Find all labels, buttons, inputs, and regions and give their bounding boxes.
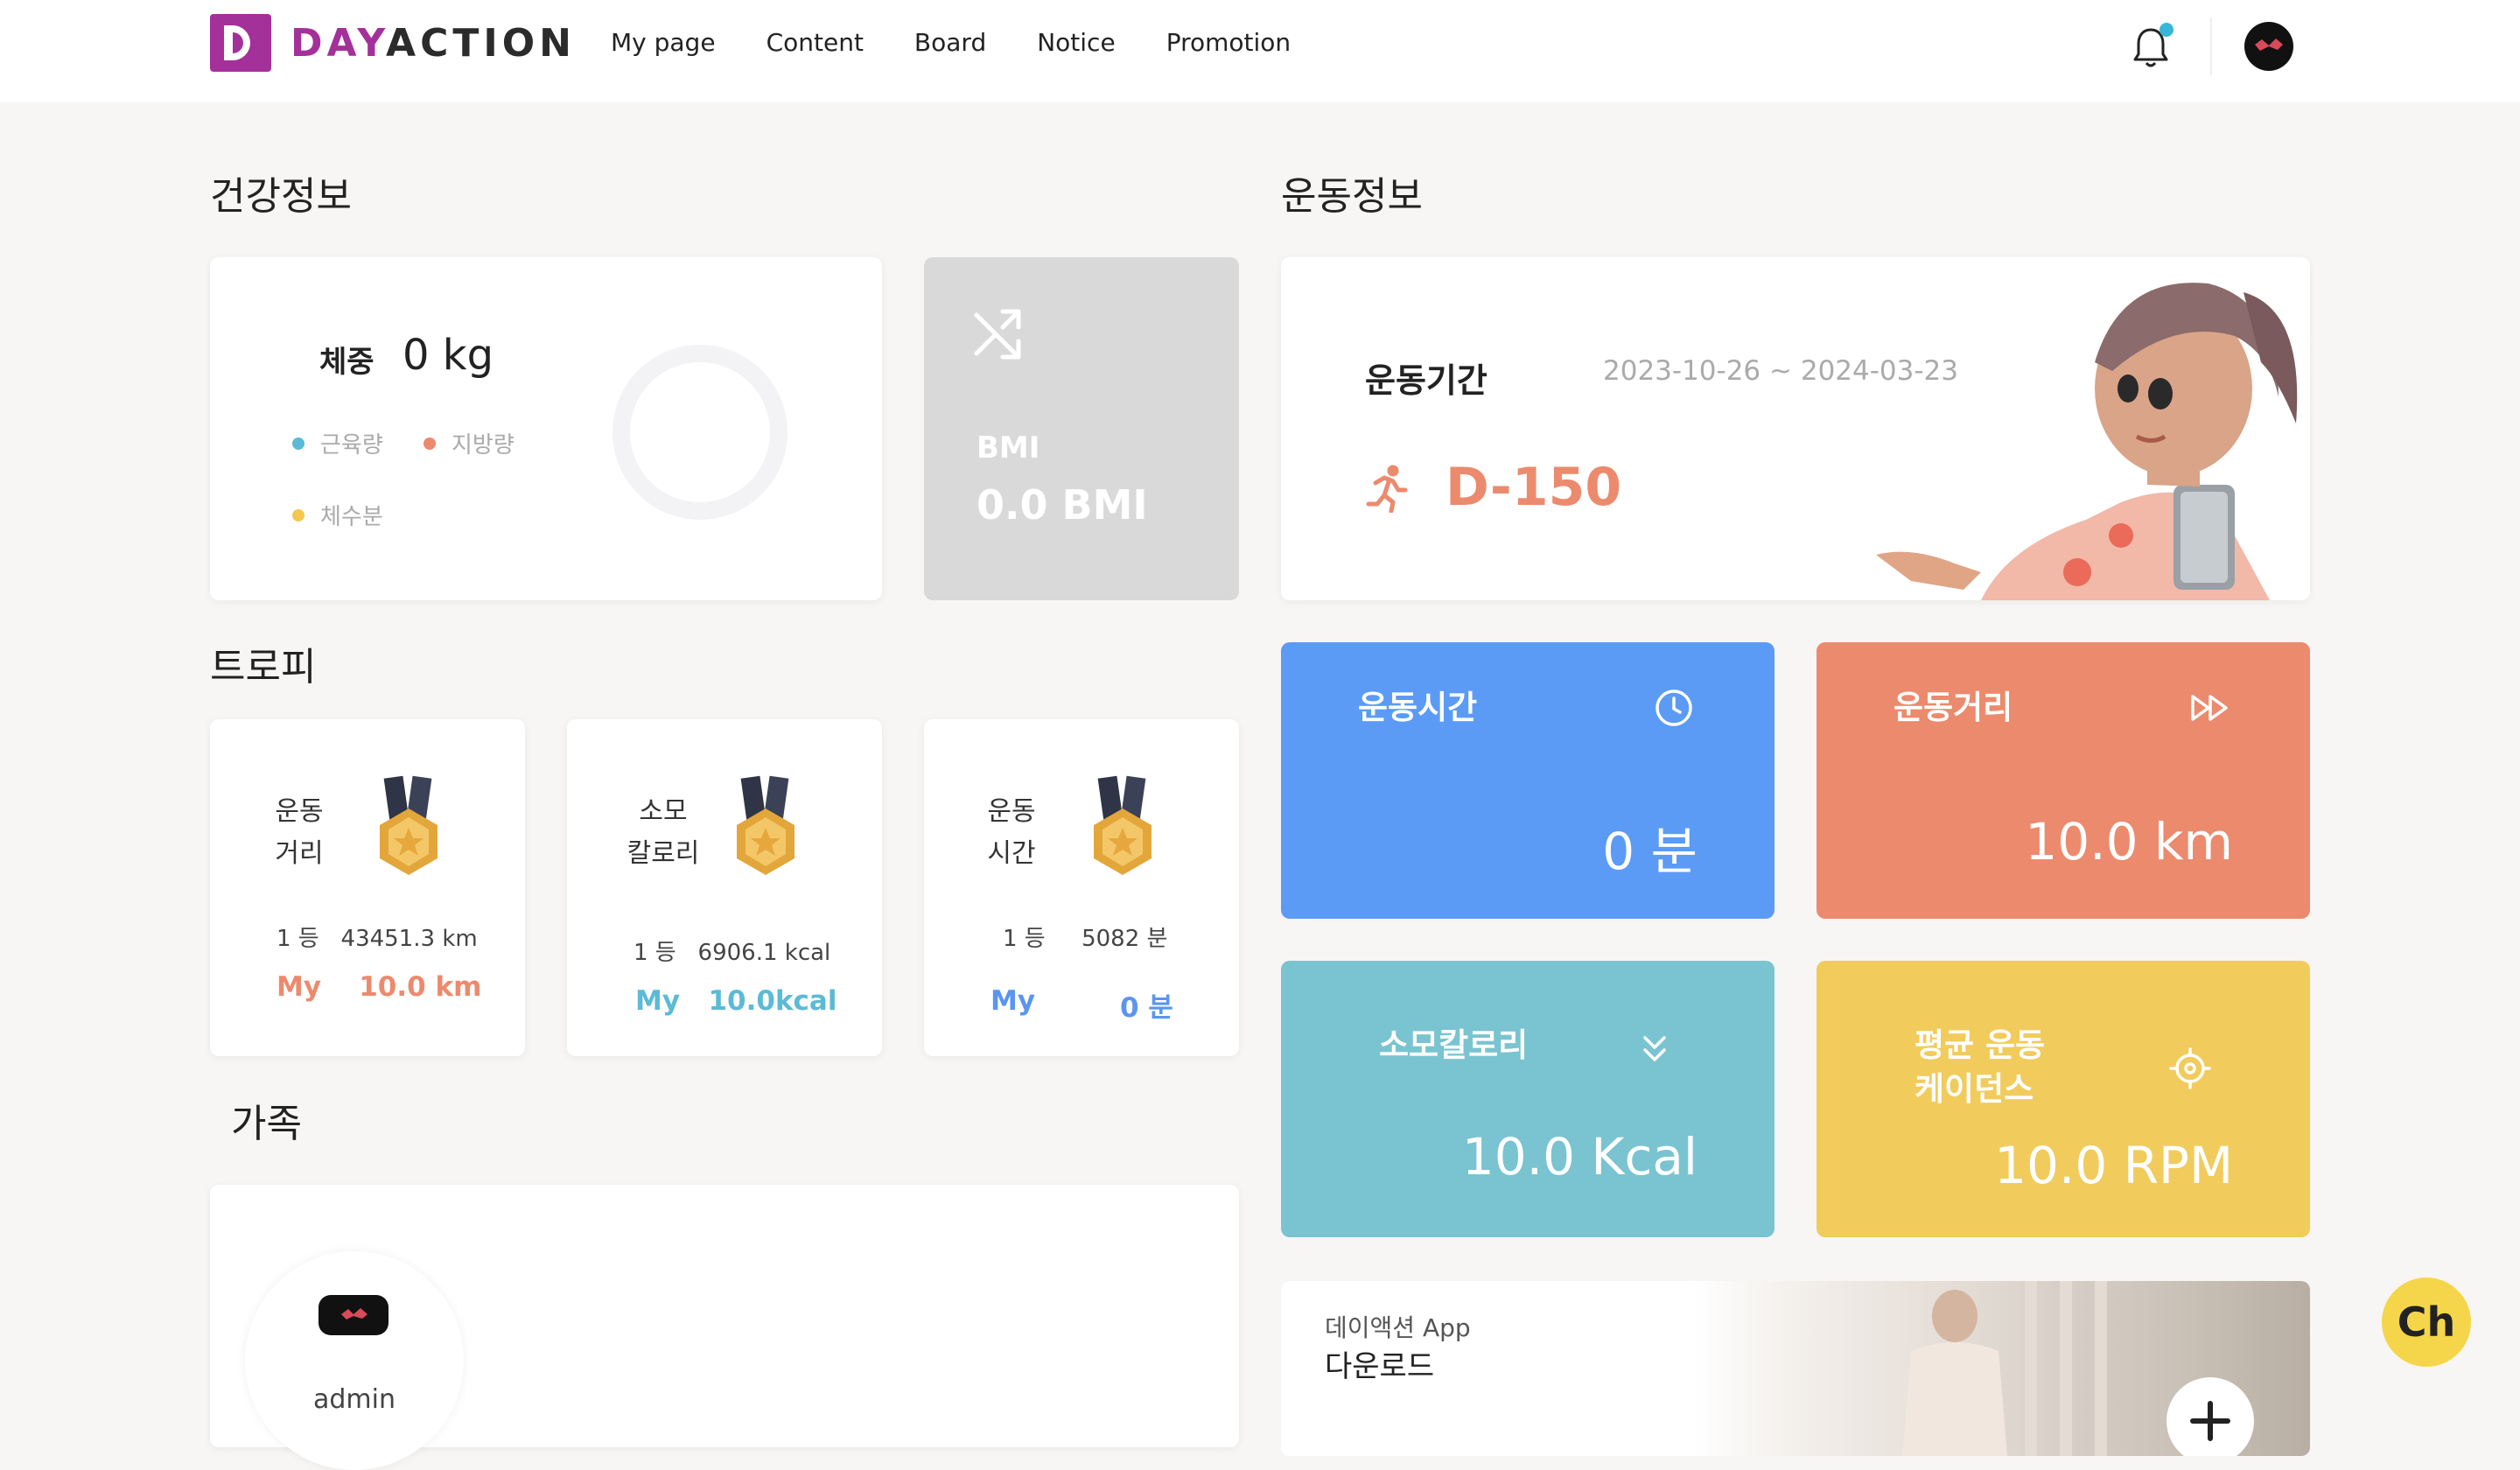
legend-fat: 지방량 <box>424 427 514 459</box>
bmi-value: 0.0 BMI <box>976 481 1148 528</box>
health-section-title: 건강정보 <box>210 174 352 219</box>
stat-title: 운동시간 <box>1358 689 1478 726</box>
shuffle-icon <box>974 309 1021 360</box>
legend-water: 체수분 <box>292 499 383 531</box>
family-section-title: 가족 <box>231 1102 302 1146</box>
trophy-card-calories: 소모 칼로리 1 등 6906.1 kcal My 10.0kcal <box>567 719 882 1056</box>
stat-card-calories[interactable]: 소모칼로리 10.0 Kcal <box>1281 961 1774 1237</box>
target-icon <box>2169 1047 2211 1089</box>
body-composition-donut <box>612 345 788 520</box>
stat-card-exercise-distance[interactable]: 운동거리 10.0 km <box>1816 642 2310 919</box>
stat-card-exercise-time[interactable]: 운동시간 0 분 <box>1281 642 1774 919</box>
dayaction-logo[interactable]: DAYACTION <box>210 14 576 72</box>
clock-icon <box>1656 690 1692 726</box>
user-avatar[interactable] <box>2244 22 2293 71</box>
bmi-label: BMI <box>976 430 1040 466</box>
running-icon <box>1366 465 1408 513</box>
bmi-card: BMI 0.0 BMI <box>924 257 1239 600</box>
trophy-my-value: My 10.0 km <box>276 971 482 1003</box>
medal-icon <box>1094 775 1152 875</box>
header-divider <box>2210 18 2212 75</box>
trophy-my-label: My <box>990 985 1036 1017</box>
stat-title: 소모칼로리 <box>1379 1026 1529 1064</box>
family-member-name: admin <box>313 1384 396 1415</box>
trophy-my-value: 0 분 <box>1120 992 1173 1024</box>
trophy-title: 운동 시간 <box>987 796 1036 869</box>
double-chevron-down-icon <box>1643 1036 1666 1061</box>
weight-value: 0 kg <box>402 331 494 380</box>
family-member-avatar[interactable] <box>318 1295 388 1335</box>
body-composition-card: 체중 0 kg 근육량 지방량 체수분 <box>210 257 882 600</box>
exercise-section-title: 운동정보 <box>1281 174 1423 219</box>
trophy-section-title: 트로피 <box>210 645 317 690</box>
app-banner-subtitle: 데이액션 App <box>1325 1313 1471 1342</box>
app-download-plus-button[interactable] <box>2166 1377 2254 1456</box>
nav-content[interactable]: Content <box>766 28 864 57</box>
trophy-card-distance: 운동 거리 1 등 43451.3 km My 10.0 km <box>210 719 525 1056</box>
top-header: DAYACTION My page Content Board Notice P… <box>0 0 2520 102</box>
medal-icon <box>380 775 438 875</box>
trophy-card-time: 운동 시간 1 등 5082 분 My 0 분 <box>924 719 1239 1056</box>
trophy-title: 운동 거리 <box>275 796 324 869</box>
legend-dot <box>292 437 304 450</box>
trophy-rank: 1 등 6906.1 kcal <box>634 940 831 966</box>
stat-value: 10.0 RPM <box>1994 1136 2233 1195</box>
trophy-rank: 1 등 43451.3 km <box>276 926 478 952</box>
logo-text: DAYACTION <box>290 20 576 66</box>
exercise-period-card: 운동기간 2023-10-26 ~ 2024-03-23 D-150 <box>1281 257 2310 600</box>
main-nav: My page Content Board Notice Promotion <box>611 28 1341 57</box>
trophy-title: 소모 칼로리 <box>626 796 700 869</box>
stat-title: 평균 운동 케이던스 <box>1914 1026 2046 1108</box>
family-member-avatar-frame[interactable] <box>245 1251 464 1470</box>
stat-card-cadence[interactable]: 평균 운동 케이던스 10.0 RPM <box>1816 961 2310 1237</box>
legend-dot <box>424 437 436 450</box>
medal-icon <box>737 775 794 875</box>
trophy-my-value: My 10.0kcal <box>635 985 837 1017</box>
nav-promotion[interactable]: Promotion <box>1166 28 1291 57</box>
logo-mark-icon <box>210 14 271 72</box>
legend-dot <box>292 508 304 522</box>
nav-board[interactable]: Board <box>914 28 986 57</box>
d-day-counter: D-150 <box>1446 457 1622 518</box>
fast-forward-icon <box>2191 695 2228 721</box>
app-banner-title: 다운로드 <box>1325 1349 1435 1384</box>
app-download-banner[interactable]: 데이액션 App 다운로드 <box>1281 1281 2310 1456</box>
stat-title: 운동거리 <box>1894 689 2013 726</box>
nav-my-page[interactable]: My page <box>611 28 716 57</box>
chat-button[interactable]: Ch <box>2382 1278 2471 1367</box>
legend-muscle: 근육량 <box>292 427 383 459</box>
stat-value: 0 분 <box>1602 822 1698 881</box>
weight-label: 체중 <box>319 345 374 380</box>
stat-value: 10.0 Kcal <box>1461 1127 1698 1186</box>
period-label: 운동기간 <box>1365 361 1488 400</box>
trophy-rank: 1 등 5082 분 <box>1003 926 1168 952</box>
notification-dot <box>2160 23 2174 37</box>
character-illustration <box>1876 283 2298 600</box>
stat-value: 10.0 km <box>2025 812 2233 872</box>
nav-notice[interactable]: Notice <box>1037 28 1115 57</box>
